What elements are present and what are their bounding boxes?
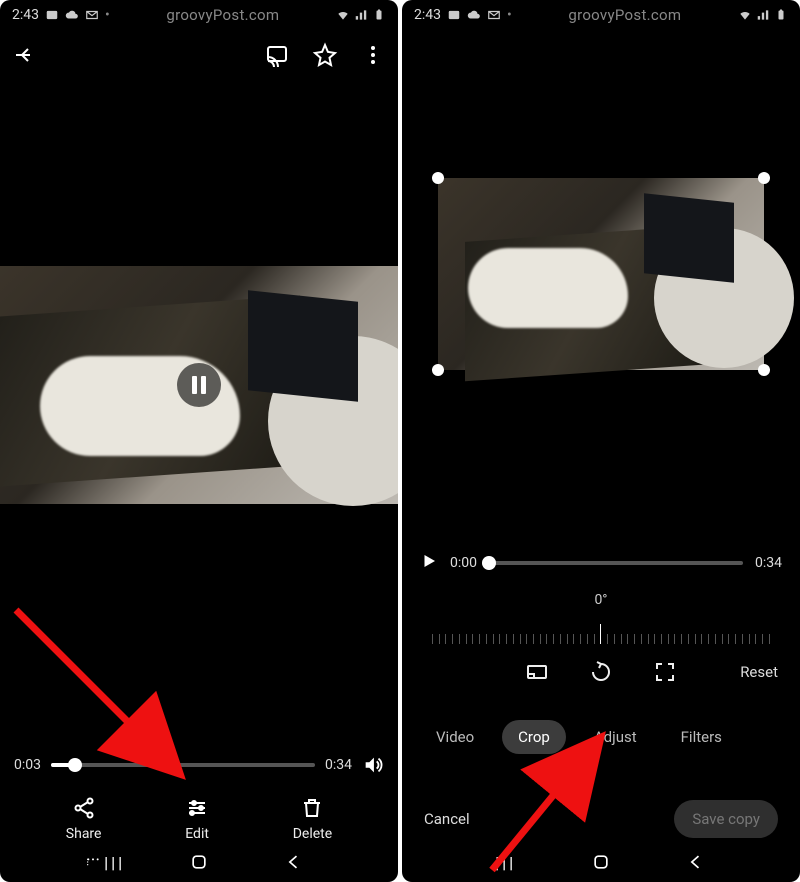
crop-handle-tl[interactable]	[432, 172, 444, 184]
battery-icon	[372, 8, 386, 22]
cancel-button[interactable]: Cancel	[424, 810, 470, 828]
phone-left-viewer: 2:43 • groovyPost.com	[0, 0, 398, 882]
status-time: 2:43	[414, 7, 441, 23]
more-icon[interactable]	[360, 42, 386, 68]
aspect-ratio-icon[interactable]	[525, 660, 549, 684]
volume-icon[interactable]	[362, 754, 384, 776]
back-button[interactable]	[12, 42, 38, 68]
nav-recents[interactable]: |||	[495, 851, 517, 873]
sliders-icon	[185, 796, 209, 820]
wifi-icon	[738, 8, 752, 22]
status-bar: 2:43 • groovyPost.com	[0, 0, 398, 30]
bottom-actions: Share Edit Delete	[0, 796, 398, 842]
reset-button[interactable]: Reset	[740, 663, 778, 681]
battery-icon	[774, 8, 788, 22]
signal-icon	[354, 8, 368, 22]
gmail-icon	[487, 8, 501, 22]
rotate-icon[interactable]	[589, 660, 613, 684]
crop-handle-tr[interactable]	[758, 172, 770, 184]
trash-icon	[300, 796, 324, 820]
star-icon[interactable]	[312, 42, 338, 68]
gmail-icon	[85, 8, 99, 22]
share-icon	[72, 796, 96, 820]
editor-tabs: Video Crop Adjust Filters	[402, 720, 800, 754]
tab-video[interactable]: Video	[420, 720, 490, 754]
edit-button[interactable]: Edit	[185, 796, 209, 842]
phone-right-editor: 2:43 • groovyPost.com	[402, 0, 800, 882]
share-label: Share	[66, 826, 102, 842]
cast-icon[interactable]	[264, 42, 290, 68]
box-graphic	[644, 193, 734, 282]
time-current: 0:00	[450, 555, 477, 571]
pause-icon	[192, 376, 206, 394]
cloud-icon	[65, 8, 79, 22]
pause-button[interactable]	[177, 363, 221, 407]
crop-handle-bl[interactable]	[432, 364, 444, 376]
nav-back[interactable]	[685, 851, 707, 873]
rotation-label: 0°	[402, 592, 800, 608]
status-dot: •	[105, 7, 110, 23]
box-graphic	[248, 290, 358, 402]
play-icon[interactable]	[420, 552, 438, 574]
status-left: 2:43 •	[414, 7, 512, 23]
android-nav-bar: |||	[402, 846, 800, 878]
share-button[interactable]: Share	[66, 796, 102, 842]
editor-progress: 0:00 0:34	[402, 552, 800, 574]
tab-filters[interactable]: Filters	[665, 720, 738, 754]
edit-label: Edit	[185, 826, 209, 842]
status-right	[738, 8, 788, 22]
android-nav-bar: |||	[0, 846, 398, 878]
wifi-icon	[336, 8, 350, 22]
time-total: 0:34	[755, 555, 782, 571]
status-dot: •	[507, 7, 512, 23]
crop-frame[interactable]	[438, 178, 764, 370]
delete-button[interactable]: Delete	[293, 796, 332, 842]
cloud-icon	[467, 8, 481, 22]
seek-bar[interactable]	[51, 763, 315, 767]
image-icon	[45, 8, 59, 22]
rotation-ruler[interactable]	[432, 614, 770, 644]
status-time: 2:43	[12, 7, 39, 23]
nav-home[interactable]	[590, 851, 612, 873]
status-bar: 2:43 • groovyPost.com	[402, 0, 800, 30]
nav-recents[interactable]: |||	[93, 851, 115, 873]
nav-back[interactable]	[283, 851, 305, 873]
seek-bar[interactable]	[489, 561, 743, 565]
delete-label: Delete	[293, 826, 332, 842]
image-icon	[447, 8, 461, 22]
time-current: 0:03	[14, 757, 41, 773]
time-total: 0:34	[325, 757, 352, 773]
tab-crop[interactable]: Crop	[502, 720, 566, 754]
watermark: groovyPost.com	[568, 6, 681, 24]
editor-bottom-actions: Cancel Save copy	[402, 800, 800, 838]
nav-home[interactable]	[188, 851, 210, 873]
expand-icon[interactable]	[653, 660, 677, 684]
crop-handle-br[interactable]	[758, 364, 770, 376]
dog-graphic	[468, 248, 628, 328]
top-action-bar	[0, 30, 398, 80]
watermark: groovyPost.com	[166, 6, 279, 24]
progress-row: 0:03 0:34	[0, 754, 398, 776]
status-right	[336, 8, 386, 22]
save-copy-button[interactable]: Save copy	[674, 800, 778, 838]
status-left: 2:43 •	[12, 7, 110, 23]
video-frame[interactable]	[0, 266, 398, 504]
signal-icon	[756, 8, 770, 22]
tab-adjust[interactable]: Adjust	[578, 720, 653, 754]
